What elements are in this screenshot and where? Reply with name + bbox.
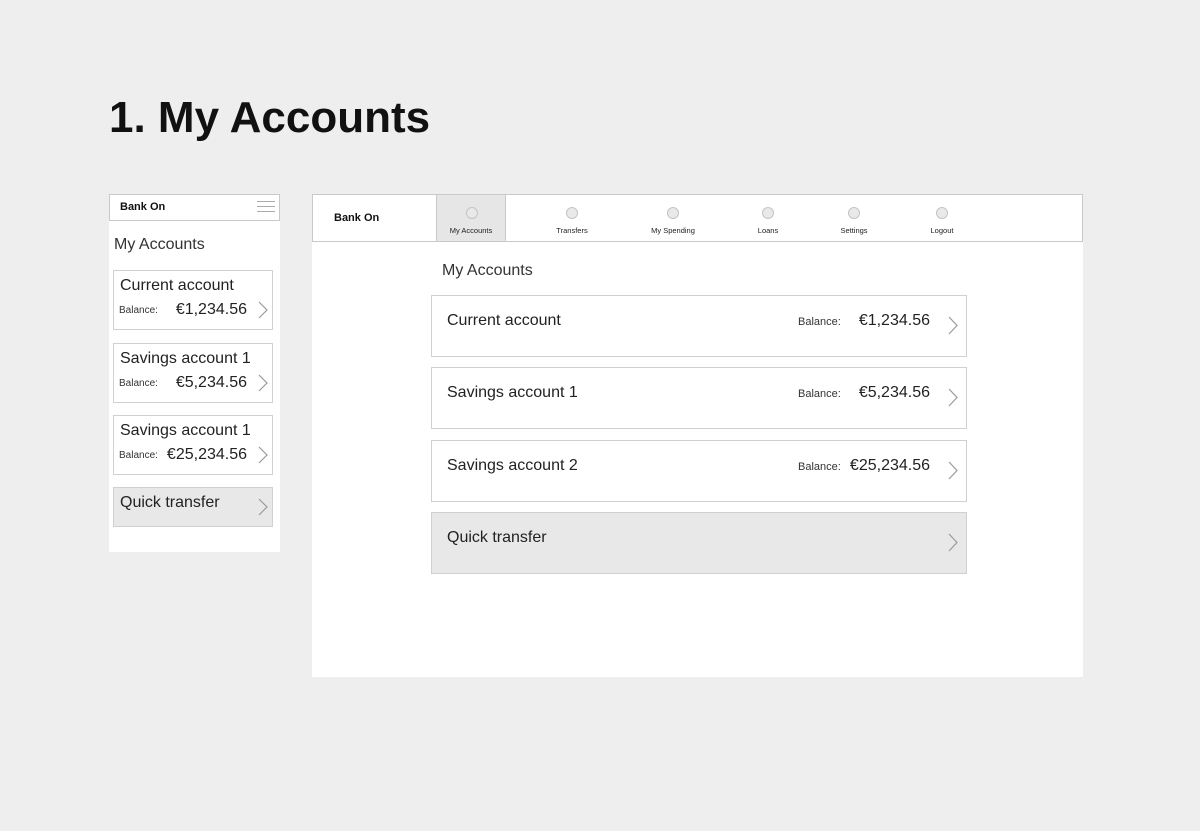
quick-transfer-label: Quick transfer	[447, 529, 547, 546]
mobile-quick-transfer-card[interactable]: Quick transfer	[113, 487, 273, 527]
nav-label: My Spending	[651, 226, 695, 235]
desktop-mockup: Bank On My Accounts Transfers My Spendin…	[312, 194, 1083, 677]
settings-icon	[848, 207, 860, 219]
nav-label: Transfers	[556, 226, 588, 235]
chevron-right-icon[interactable]	[948, 316, 958, 335]
chevron-right-icon[interactable]	[258, 446, 268, 464]
balance-label: Balance:	[119, 378, 158, 389]
nav-item-transfers[interactable]: Transfers	[537, 195, 607, 241]
page-title: 1. My Accounts	[109, 93, 431, 142]
nav-item-loans[interactable]: Loans	[733, 195, 803, 241]
mobile-account-card-savings-2[interactable]: Savings account 1 Balance: €25,234.56	[113, 415, 273, 475]
balance-label: Balance:	[798, 461, 841, 473]
balance-value: €1,234.56	[858, 312, 930, 329]
hamburger-menu-icon[interactable]	[257, 200, 275, 214]
account-name: Savings account 1	[447, 384, 578, 401]
chevron-right-icon[interactable]	[948, 533, 958, 552]
mobile-section-title: My Accounts	[114, 236, 205, 253]
balance-label: Balance:	[119, 305, 158, 316]
chevron-right-icon[interactable]	[258, 498, 268, 516]
balance-label: Balance:	[798, 388, 841, 400]
balance-value: €25,234.56	[166, 446, 247, 463]
desktop-account-card-savings-2[interactable]: Savings account 2 Balance: €25,234.56	[431, 440, 967, 502]
chevron-right-icon[interactable]	[258, 374, 268, 392]
nav-label: Loans	[757, 226, 779, 235]
desktop-account-card-current[interactable]: Current account Balance: €1,234.56	[431, 295, 967, 357]
mobile-header: Bank On	[109, 194, 280, 221]
balance-label: Balance:	[798, 316, 841, 328]
chevron-right-icon[interactable]	[948, 388, 958, 407]
balance-label: Balance:	[119, 450, 158, 461]
quick-transfer-label: Quick transfer	[120, 494, 220, 511]
nav-item-logout[interactable]: Logout	[907, 195, 977, 241]
chevron-right-icon[interactable]	[258, 301, 268, 319]
nav-item-my-accounts[interactable]: My Accounts	[436, 195, 506, 241]
nav-label: My Accounts	[449, 226, 493, 235]
account-name: Current account	[447, 312, 561, 329]
transfers-icon	[566, 207, 578, 219]
balance-value: €5,234.56	[175, 374, 247, 391]
desktop-navbar: Bank On My Accounts Transfers My Spendin…	[312, 194, 1083, 242]
my-spending-icon	[667, 207, 679, 219]
account-name: Savings account 1	[120, 350, 251, 367]
mobile-account-card-savings-1[interactable]: Savings account 1 Balance: €5,234.56	[113, 343, 273, 403]
chevron-right-icon[interactable]	[948, 461, 958, 480]
balance-value: €1,234.56	[175, 301, 247, 318]
account-name: Savings account 1	[120, 422, 251, 439]
desktop-account-card-savings-1[interactable]: Savings account 1 Balance: €5,234.56	[431, 367, 967, 429]
nav-label: Settings	[840, 226, 868, 235]
balance-value: €25,234.56	[849, 457, 930, 474]
desktop-section-title: My Accounts	[442, 262, 533, 279]
logout-icon	[936, 207, 948, 219]
nav-item-my-spending[interactable]: My Spending	[638, 195, 708, 241]
loans-icon	[762, 207, 774, 219]
desktop-brand-logo[interactable]: Bank On	[334, 212, 379, 224]
mobile-account-card-current[interactable]: Current account Balance: €1,234.56	[113, 270, 273, 330]
mobile-brand-logo[interactable]: Bank On	[120, 201, 165, 213]
mobile-mockup: Bank On My Accounts Current account Bala…	[109, 194, 280, 552]
desktop-quick-transfer-card[interactable]: Quick transfer	[431, 512, 967, 574]
balance-value: €5,234.56	[858, 384, 930, 401]
nav-item-settings[interactable]: Settings	[819, 195, 889, 241]
account-name: Savings account 2	[447, 457, 578, 474]
my-accounts-icon	[466, 207, 478, 219]
nav-label: Logout	[930, 226, 954, 235]
account-name: Current account	[120, 277, 234, 294]
